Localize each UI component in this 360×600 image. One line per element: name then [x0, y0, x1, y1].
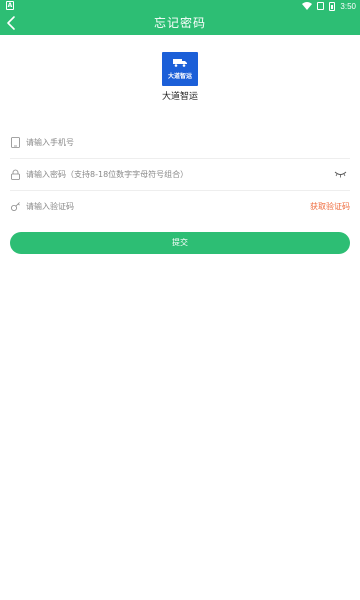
battery-icon	[329, 1, 336, 11]
lock-icon	[11, 169, 20, 180]
app-name: 大道智运	[161, 92, 198, 102]
sim-card-icon	[317, 2, 325, 10]
status-bar: A 3:50	[0, 0, 360, 12]
title-bar: 忘记密码	[0, 12, 360, 35]
password-field[interactable]: 请输入密码（支持8-18位数字字母符号组合）	[10, 158, 350, 191]
phone-input[interactable]: 请输入手机号	[26, 126, 74, 159]
app-logo: 大道智运	[162, 52, 198, 86]
wifi-icon	[302, 2, 313, 10]
password-input[interactable]: 请输入密码（支持8-18位数字字母符号组合）	[26, 158, 188, 191]
phone-icon	[11, 137, 20, 148]
clock: 3:50	[340, 1, 356, 11]
code-input[interactable]: 请输入验证码	[26, 190, 74, 223]
logo-text: 大道智运	[167, 73, 192, 80]
truck-icon	[173, 59, 187, 67]
eye-closed-icon[interactable]	[334, 169, 347, 178]
status-icons: 3:50	[302, 0, 356, 12]
get-code-button[interactable]: 获取验证码	[310, 190, 350, 223]
code-field[interactable]: 请输入验证码 获取验证码	[10, 190, 350, 223]
submit-button[interactable]: 提交	[10, 232, 350, 254]
phone-field[interactable]: 请输入手机号	[10, 126, 350, 159]
notification-icon: A	[6, 1, 14, 10]
key-icon	[11, 202, 20, 211]
page-title: 忘记密码	[153, 16, 206, 30]
